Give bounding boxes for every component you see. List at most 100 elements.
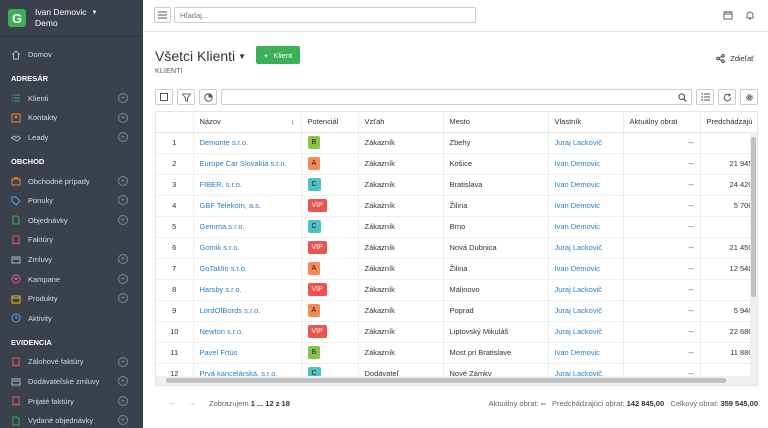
bell-icon[interactable]: [745, 10, 755, 20]
cell-owner: Juraj Lackovič: [548, 300, 624, 322]
column-header[interactable]: Vlastník: [548, 112, 624, 133]
sidebar-item[interactable]: Ponuky +: [0, 191, 143, 211]
table-row[interactable]: 7 GoTaklin s.r.o. A Zákazník Žilina Ivan Demo…: [156, 258, 757, 280]
table-row[interactable]: 9 LordOfBords s.r.o. A Zákazník Poprad Juraj …: [156, 300, 757, 322]
owner-link[interactable]: Ivan Demovic: [555, 159, 600, 168]
clients-grid: Názov ↓ Potenciál Vzťah Mesto Vlastník Aktuáln…: [155, 111, 758, 386]
owner-link[interactable]: Juraj Lackovič: [555, 306, 603, 315]
vertical-scrollbar[interactable]: [750, 132, 757, 378]
sidebar-item[interactable]: Zmluvy +: [0, 250, 143, 270]
table-row[interactable]: 11 Pavel Frtús B Zákazník Most pri Bratislav…: [156, 342, 757, 364]
sidebar-item[interactable]: Prijaté faktúry +: [0, 391, 143, 411]
add-icon[interactable]: +: [118, 215, 128, 226]
caret-down-icon[interactable]: ▼: [92, 10, 98, 16]
chart-button[interactable]: [199, 89, 217, 105]
add-icon[interactable]: +: [118, 132, 128, 143]
client-link[interactable]: LordOfBords s.r.o.: [200, 306, 261, 315]
add-icon[interactable]: +: [118, 112, 128, 123]
horizontal-scrollbar[interactable]: [156, 376, 757, 385]
column-header[interactable]: Aktuálny obrat: [623, 112, 701, 133]
owner-link[interactable]: Ivan Demovic: [555, 264, 600, 273]
owner-link[interactable]: Juraj Lackovič: [555, 285, 603, 294]
sidebar-item[interactable]: Produkty +: [0, 289, 143, 309]
calendar-icon[interactable]: [723, 10, 733, 20]
table-row[interactable]: 5 Gemma s.r.o. C Zákazník Brno Ivan Demovic --: [156, 216, 757, 238]
search-input[interactable]: [174, 7, 476, 23]
sidebar-item[interactable]: Leady +: [0, 128, 143, 148]
client-link[interactable]: GoTaklin s.r.o.: [200, 264, 248, 273]
sidebar-header[interactable]: G Ivan Demovic Demo ▼: [0, 0, 143, 37]
column-header[interactable]: Predchádzajú: [700, 112, 757, 133]
share-label: Zdieľať: [730, 54, 754, 63]
add-icon[interactable]: +: [118, 356, 128, 367]
cell-relation: Zákazník: [358, 258, 444, 280]
client-link[interactable]: Demonte s.r.o.: [200, 138, 249, 147]
column-header[interactable]: Potenciál: [301, 112, 359, 133]
client-link[interactable]: Europe Car Slovakia s.r.o.: [200, 159, 287, 168]
scroll-thumb[interactable]: [166, 378, 726, 383]
table-row[interactable]: 6 Gomik s.r.o. VIP Zákazník Nová Dubnica Jura…: [156, 237, 757, 259]
sidebar-item[interactable]: Kontakty +: [0, 108, 143, 128]
select-all-checkbox[interactable]: [155, 89, 173, 105]
client-link[interactable]: Gomik s.r.o.: [200, 243, 240, 252]
table-row[interactable]: 4 GBF Telekom, a.s. VIP Zákazník Žilina Ivan …: [156, 195, 757, 217]
add-icon[interactable]: +: [118, 195, 128, 206]
column-header[interactable]: [156, 112, 194, 133]
menu-button[interactable]: [154, 7, 171, 23]
search-icon[interactable]: [678, 93, 687, 102]
add-icon[interactable]: +: [118, 254, 128, 265]
table-row[interactable]: 3 FIBER, s.r.o. C Zákazník Bratislava Ivan De…: [156, 174, 757, 196]
add-icon[interactable]: +: [118, 293, 128, 304]
filter-input[interactable]: [221, 89, 692, 105]
settings-button[interactable]: [740, 89, 758, 105]
add-icon[interactable]: +: [118, 376, 128, 387]
list-view-button[interactable]: [696, 89, 714, 105]
add-icon[interactable]: +: [118, 415, 128, 426]
sidebar-item-home[interactable]: Domov: [0, 45, 143, 65]
share-button[interactable]: Zdieľať: [716, 54, 754, 63]
owner-link[interactable]: Juraj Lackovič: [555, 327, 603, 336]
column-header[interactable]: Vzťah: [358, 112, 444, 133]
add-icon[interactable]: +: [118, 175, 128, 186]
client-link[interactable]: Harsby s.r.o.: [200, 285, 242, 294]
table-row[interactable]: 10 Newton s.r.o. VIP Zákazník Liptovský Miku…: [156, 321, 757, 343]
next-page-arrow-icon[interactable]: →: [188, 398, 196, 407]
table-row[interactable]: 1 Demonte s.r.o. B Zákazník Zbehy Juraj Lacko…: [156, 132, 757, 154]
add-icon[interactable]: +: [118, 395, 128, 406]
scroll-thumb[interactable]: [751, 137, 756, 297]
cell-relation: Zákazník: [358, 132, 444, 154]
owner-link[interactable]: Ivan Demovic: [555, 348, 600, 357]
sort-desc-icon[interactable]: ↓: [291, 117, 295, 126]
column-header[interactable]: Názov ↓: [193, 112, 302, 133]
filter-button[interactable]: [177, 89, 195, 105]
client-link[interactable]: Newton s.r.o.: [200, 327, 244, 336]
client-link[interactable]: FIBER, s.r.o.: [200, 180, 243, 189]
owner-link[interactable]: Ivan Demovic: [555, 201, 600, 210]
owner-link[interactable]: Ivan Demovic: [555, 222, 600, 231]
add-icon[interactable]: +: [118, 93, 128, 104]
owner-link[interactable]: Ivan Demovic: [555, 180, 600, 189]
client-link[interactable]: Gemma s.r.o.: [200, 222, 245, 231]
add-client-button[interactable]: + Klient: [256, 46, 300, 64]
client-link[interactable]: Pavel Frtús: [200, 348, 238, 357]
owner-link[interactable]: Juraj Lackovič: [555, 138, 603, 147]
sidebar-item[interactable]: Aktivity: [0, 309, 143, 329]
sidebar-item[interactable]: Zálohové faktúry +: [0, 352, 143, 372]
sidebar-item[interactable]: Objednávky +: [0, 211, 143, 231]
sidebar-item[interactable]: Klienti +: [0, 89, 143, 109]
table-row[interactable]: 8 Harsby s.r.o. VIP Zákazník Malinovo Juraj L…: [156, 279, 757, 301]
refresh-button[interactable]: [718, 89, 736, 105]
prev-page-arrow-icon[interactable]: ←: [169, 398, 177, 407]
sidebar-item[interactable]: Vydané objednávky +: [0, 411, 143, 428]
user-menu[interactable]: Ivan Demovic Demo: [35, 7, 87, 29]
page-title[interactable]: Všetci Klienti ▼: [155, 48, 246, 64]
table-row[interactable]: 2 Europe Car Slovakia s.r.o. A Zákazník Koši…: [156, 153, 757, 175]
add-icon[interactable]: +: [118, 273, 128, 284]
sidebar-item[interactable]: Kampane +: [0, 269, 143, 289]
client-link[interactable]: GBF Telekom, a.s.: [200, 201, 262, 210]
sidebar-item[interactable]: Obchodné prípady +: [0, 171, 143, 191]
sidebar-item[interactable]: Faktúry: [0, 230, 143, 250]
sidebar-item[interactable]: Dodávateľské zmluvy +: [0, 372, 143, 392]
owner-link[interactable]: Juraj Lackovič: [555, 243, 603, 252]
column-header[interactable]: Mesto: [443, 112, 549, 133]
